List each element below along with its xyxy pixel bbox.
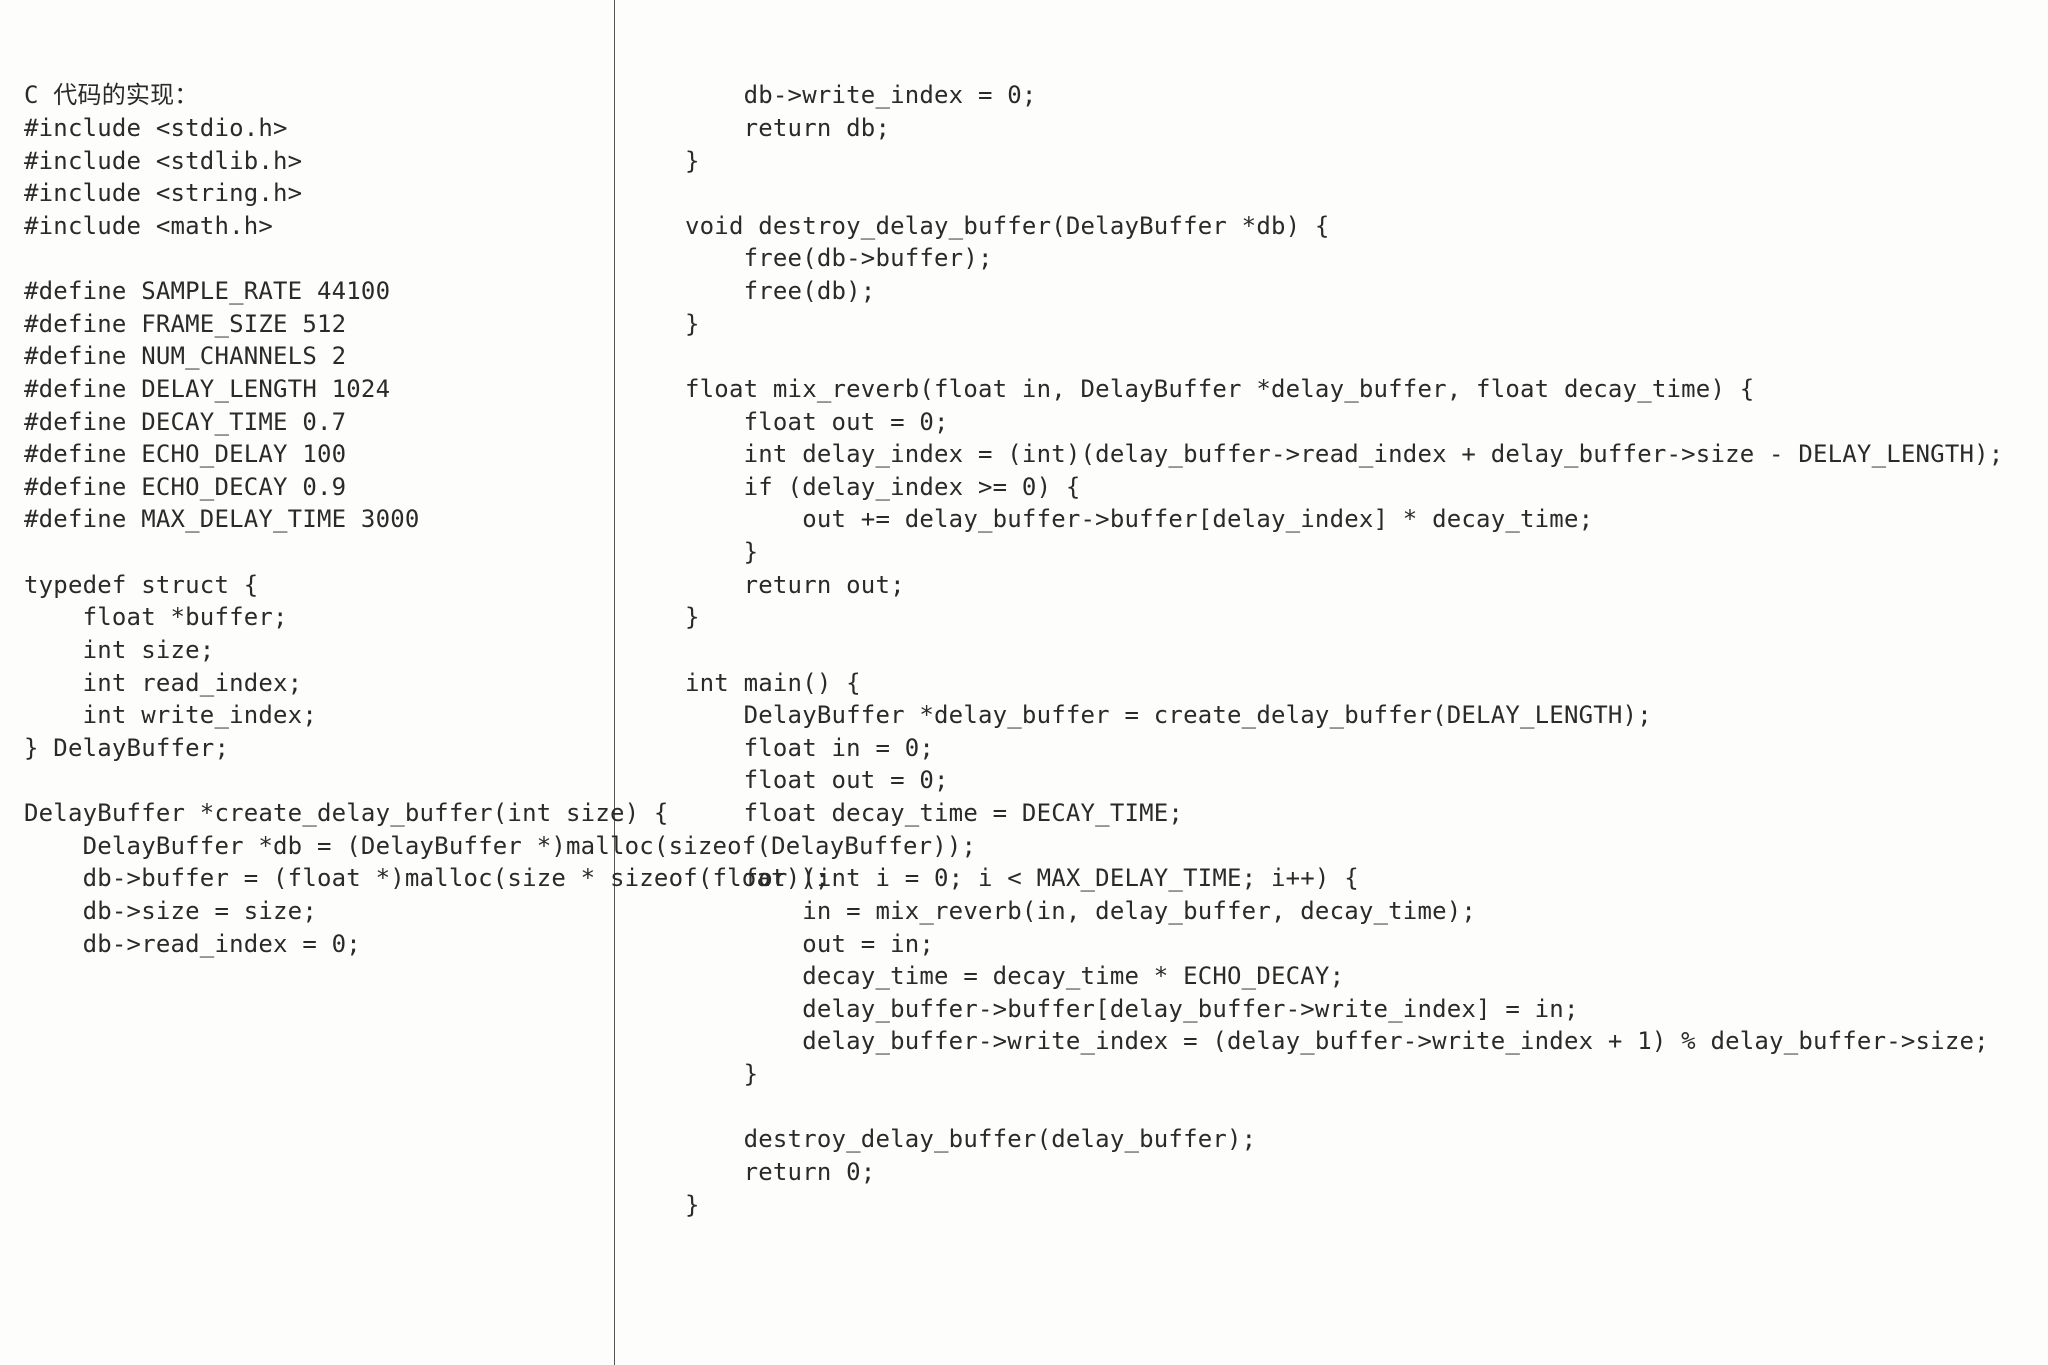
right-code-column: db->write_index = 0; return db; } void d…	[615, 0, 2048, 1365]
right-code-block: db->write_index = 0; return db; } void d…	[685, 79, 2024, 1221]
left-code-column: C 代码的实现： #include <stdio.h> #include <st…	[0, 0, 615, 1365]
left-code-block: C 代码的实现： #include <stdio.h> #include <st…	[24, 79, 590, 960]
